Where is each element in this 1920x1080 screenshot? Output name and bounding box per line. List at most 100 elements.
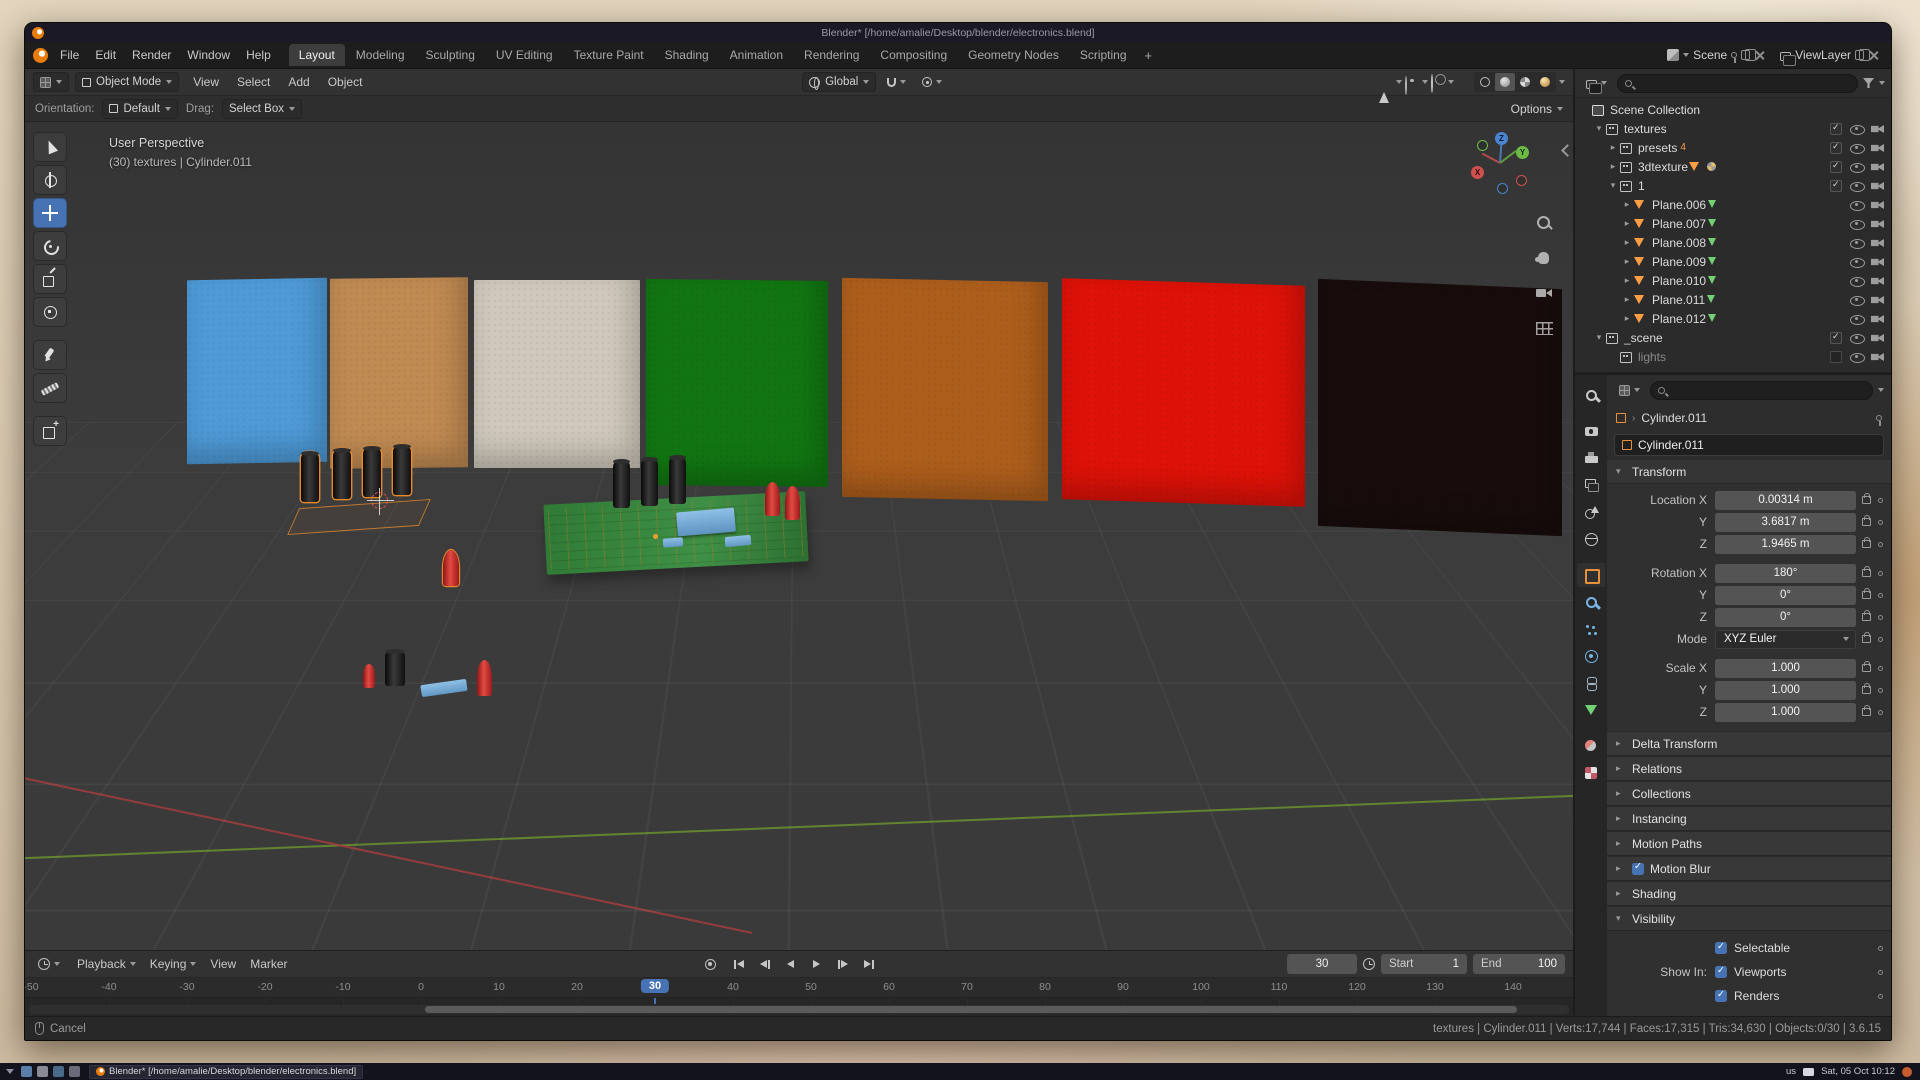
value-field[interactable]: 0° xyxy=(1715,608,1856,627)
timeline-scrollbar-thumb[interactable] xyxy=(425,1006,1517,1013)
capacitor-object[interactable] xyxy=(613,460,630,508)
editor-type-button[interactable] xyxy=(33,72,69,92)
hide-in-viewport-eye-icon[interactable] xyxy=(1850,256,1864,268)
outliner-row-3dtexture[interactable]: 3dtexture xyxy=(1575,157,1891,176)
value-field[interactable]: 1.000 xyxy=(1715,703,1856,722)
current-frame-field[interactable]: 30 xyxy=(1287,954,1357,974)
disable-in-renders-camera-icon[interactable] xyxy=(1871,313,1885,325)
orientation-default-dropdown[interactable]: Default xyxy=(102,99,177,119)
expand-arrow-icon[interactable] xyxy=(1621,275,1633,286)
workspace-tab-rendering[interactable]: Rendering xyxy=(794,44,869,66)
timeline-editor-type-button[interactable] xyxy=(33,956,65,972)
timeline-ruler[interactable]: -50-40-30-20-100102030405060708090100110… xyxy=(25,978,1573,998)
disable-in-renders-camera-icon[interactable] xyxy=(1871,275,1885,287)
expand-arrow-icon[interactable] xyxy=(1621,218,1633,229)
show-in-renders-checkbox[interactable] xyxy=(1715,990,1727,1002)
resistor-object[interactable] xyxy=(663,537,684,547)
outliner-row-1[interactable]: 1 xyxy=(1575,176,1891,195)
capacitor-object[interactable] xyxy=(393,445,411,495)
disable-in-renders-camera-icon[interactable] xyxy=(1871,294,1885,306)
workspace-tab-shading[interactable]: Shading xyxy=(655,44,719,66)
window-titlebar[interactable]: Blender* [/home/amalie/Desktop/blender/e… xyxy=(25,23,1891,42)
show-gizmo-button[interactable] xyxy=(1379,75,1393,89)
pin-id-icon[interactable] xyxy=(1876,415,1882,421)
toggle-collection-checkbox[interactable] xyxy=(1829,332,1843,344)
material-tab[interactable] xyxy=(1577,734,1605,758)
taskbar-window-button[interactable]: Blender* [/home/amalie/Desktop/blender/e… xyxy=(89,1065,363,1079)
led-object[interactable] xyxy=(363,664,375,688)
properties-editor-type-button[interactable] xyxy=(1614,383,1645,398)
expand-arrow-icon[interactable] xyxy=(1607,161,1619,172)
show-in-viewports-checkbox[interactable] xyxy=(1715,966,1727,978)
capacitor-object[interactable] xyxy=(301,452,319,502)
toggle-collection-checkbox[interactable] xyxy=(1829,123,1843,135)
region-collapse-arrow-icon[interactable] xyxy=(1561,142,1571,158)
workspace-tab-sculpting[interactable]: Sculpting xyxy=(416,44,485,66)
xray-toggle-button[interactable] xyxy=(1457,75,1471,89)
toggle-collection-checkbox[interactable] xyxy=(1829,142,1843,154)
next-keyframe-button[interactable] xyxy=(831,954,855,974)
workspace-tab-texture-paint[interactable]: Texture Paint xyxy=(564,44,654,66)
disable-in-renders-camera-icon[interactable] xyxy=(1871,256,1885,268)
capacitor-object[interactable] xyxy=(333,449,351,499)
panel-header-collections[interactable]: ▸Collections xyxy=(1607,781,1891,806)
led-object[interactable] xyxy=(785,486,800,520)
timeline-menu-playback[interactable]: Playback xyxy=(71,954,142,974)
add-workspace-button[interactable]: + xyxy=(1137,46,1161,65)
lock-icon[interactable] xyxy=(1862,686,1871,694)
filter-funnel-icon[interactable] xyxy=(1863,78,1874,88)
blender-menu-icon[interactable] xyxy=(33,48,48,63)
outliner-row-presets[interactable]: presets4 xyxy=(1575,138,1891,157)
texture-plane-orange[interactable] xyxy=(842,278,1048,501)
solid-shading-button[interactable] xyxy=(1495,73,1515,91)
power-icon[interactable] xyxy=(1902,1067,1912,1077)
disable-in-renders-camera-icon[interactable] xyxy=(1871,351,1885,363)
select-box-tool[interactable] xyxy=(33,132,67,162)
outliner-row-plane-006[interactable]: Plane.006 xyxy=(1575,195,1891,214)
disable-in-renders-camera-icon[interactable] xyxy=(1871,199,1885,211)
animate-dot-icon[interactable] xyxy=(1878,571,1883,576)
chip-object[interactable] xyxy=(676,508,736,537)
value-field[interactable]: 1.000 xyxy=(1715,659,1856,678)
toggle-ortho-grid-icon[interactable] xyxy=(1536,322,1553,335)
object-tab[interactable] xyxy=(1577,563,1605,587)
transform-panel-header[interactable]: ▾ Transform xyxy=(1607,459,1891,484)
value-field[interactable]: 1.000 xyxy=(1715,681,1856,700)
texture-plane-cream[interactable] xyxy=(474,280,640,468)
snap-dropdown[interactable] xyxy=(882,76,911,89)
x-axis-gizmo-dot[interactable]: X xyxy=(1471,166,1484,179)
workspace-tab-uv-editing[interactable]: UV Editing xyxy=(486,44,563,66)
3d-viewport[interactable]: User Perspective (30) textures | Cylinde… xyxy=(25,122,1573,950)
lock-icon[interactable] xyxy=(1862,664,1871,672)
timeline-scrollbar[interactable] xyxy=(29,1005,1569,1014)
object-data-tab[interactable] xyxy=(1577,698,1605,722)
proportional-editing-dropdown[interactable] xyxy=(917,75,947,89)
outliner-editor-type-button[interactable] xyxy=(1581,76,1612,91)
overlays-button[interactable] xyxy=(1431,75,1445,89)
move-tool[interactable] xyxy=(33,198,67,228)
animate-dot-icon[interactable] xyxy=(1878,666,1883,671)
transform-orientation-dropdown[interactable]: Global xyxy=(802,72,876,92)
texture-plane-blue[interactable] xyxy=(187,278,327,464)
lock-icon[interactable] xyxy=(1862,708,1871,716)
constraints-tab[interactable] xyxy=(1577,671,1605,695)
lock-icon[interactable] xyxy=(1862,635,1871,643)
expand-arrow-icon[interactable] xyxy=(1607,142,1619,153)
led-object[interactable] xyxy=(443,550,459,586)
outliner-row-plane-007[interactable]: Plane.007 xyxy=(1575,214,1891,233)
output-tab[interactable] xyxy=(1577,446,1605,470)
expand-arrow-icon[interactable] xyxy=(1621,256,1633,267)
view-layer-tab[interactable] xyxy=(1577,473,1605,497)
scene-selector[interactable]: Scene xyxy=(1662,46,1769,64)
texture-tab[interactable] xyxy=(1577,761,1605,785)
camera-view-icon[interactable] xyxy=(1535,284,1553,302)
hide-in-viewport-eye-icon[interactable] xyxy=(1850,332,1864,344)
lock-icon[interactable] xyxy=(1862,613,1871,621)
negative-z-gizmo-dot[interactable] xyxy=(1497,183,1508,194)
negative-y-gizmo-dot[interactable] xyxy=(1477,140,1488,151)
expand-arrow-icon[interactable] xyxy=(1593,332,1605,343)
jump-to-end-button[interactable] xyxy=(857,954,881,974)
outliner-row-textures[interactable]: textures xyxy=(1575,119,1891,138)
menu-window[interactable]: Window xyxy=(179,44,238,66)
keyboard-layout-indicator[interactable]: us xyxy=(1786,1066,1796,1077)
